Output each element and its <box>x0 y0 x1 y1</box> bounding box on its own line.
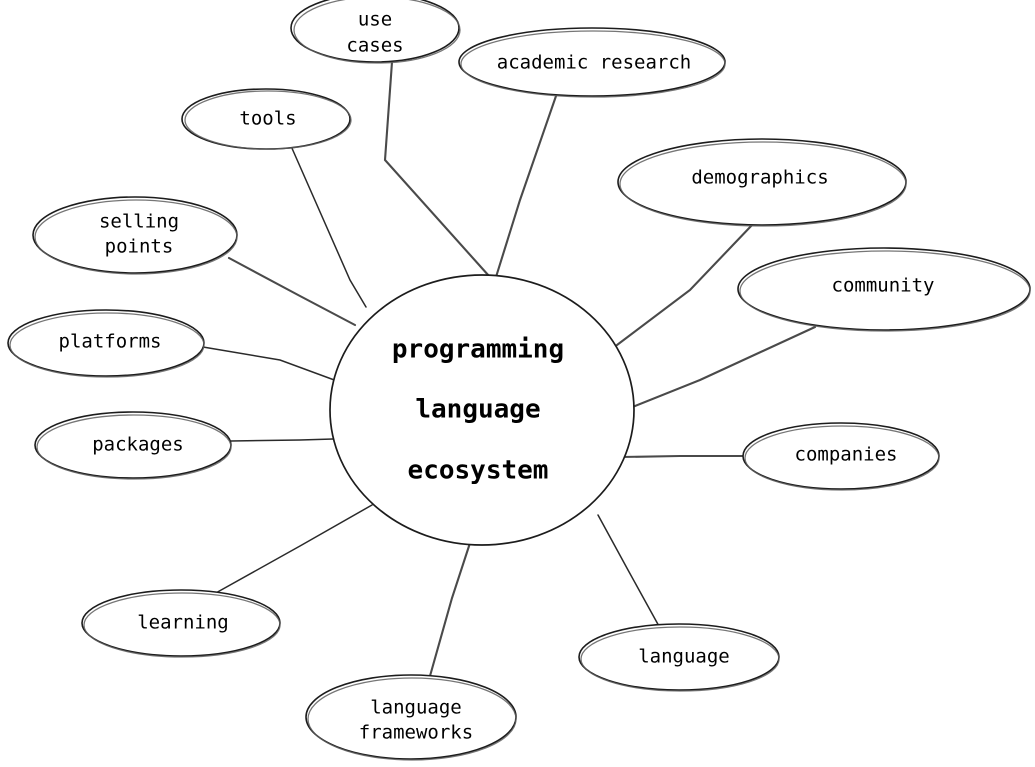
node-academic-research-label: academic research <box>497 52 691 74</box>
node-community[interactable]: community <box>737 247 1031 332</box>
mindmap-canvas: use cases academic research tools demogr… <box>0 0 1035 767</box>
edge-center-packages <box>230 438 334 442</box>
node-learning-label: learning <box>137 612 229 634</box>
edge-center-companies <box>619 454 746 459</box>
edge-center-selling-points <box>227 256 357 327</box>
node-use-cases-label-line2: cases <box>346 35 403 57</box>
node-selling-points-label-line2: points <box>105 236 174 258</box>
node-language-frameworks-label-line2: frameworks <box>359 722 473 744</box>
node-community-label: community <box>832 275 935 297</box>
edge-center-demographics <box>615 222 755 347</box>
node-learning[interactable]: learning <box>81 589 281 658</box>
node-language-frameworks-label-line1: language <box>370 697 462 719</box>
edge-center-platforms <box>202 346 338 382</box>
edge-center-use-cases <box>383 60 491 278</box>
node-use-cases[interactable]: use cases <box>290 0 461 64</box>
node-language[interactable]: language <box>578 623 780 692</box>
edge-center-language <box>597 514 661 629</box>
node-center-label-line3: ecosystem <box>408 456 549 486</box>
edge-center-academic-research <box>494 94 558 279</box>
edge-center-language-frameworks <box>428 541 472 678</box>
node-selling-points[interactable]: selling points <box>32 196 238 275</box>
edge-center-tools <box>290 145 367 308</box>
node-language-label: language <box>638 646 730 668</box>
edge-center-community <box>623 325 817 412</box>
node-tools-label: tools <box>239 108 296 130</box>
mindmap-svg: use cases academic research tools demogr… <box>7 0 1031 761</box>
node-packages[interactable]: packages <box>34 411 232 480</box>
node-packages-label: packages <box>92 434 184 456</box>
node-companies-label: companies <box>795 444 898 466</box>
node-platforms-label: platforms <box>59 331 162 353</box>
node-platforms[interactable]: platforms <box>7 309 205 378</box>
node-tools[interactable]: tools <box>181 88 352 150</box>
node-companies[interactable]: companies <box>742 422 940 491</box>
node-center-label-line1: programming <box>392 335 564 365</box>
node-demographics[interactable]: demographics <box>617 138 907 227</box>
node-demographics-label: demographics <box>691 167 828 189</box>
edge-center-learning <box>213 504 373 595</box>
node-selling-points-label-line1: selling <box>99 211 179 233</box>
node-use-cases-label-line1: use <box>358 9 392 31</box>
node-center[interactable]: programming language ecosystem <box>329 274 635 546</box>
node-center-label-line2: language <box>415 395 540 425</box>
node-language-frameworks[interactable]: language frameworks <box>305 674 517 761</box>
node-academic-research[interactable]: academic research <box>458 27 726 98</box>
